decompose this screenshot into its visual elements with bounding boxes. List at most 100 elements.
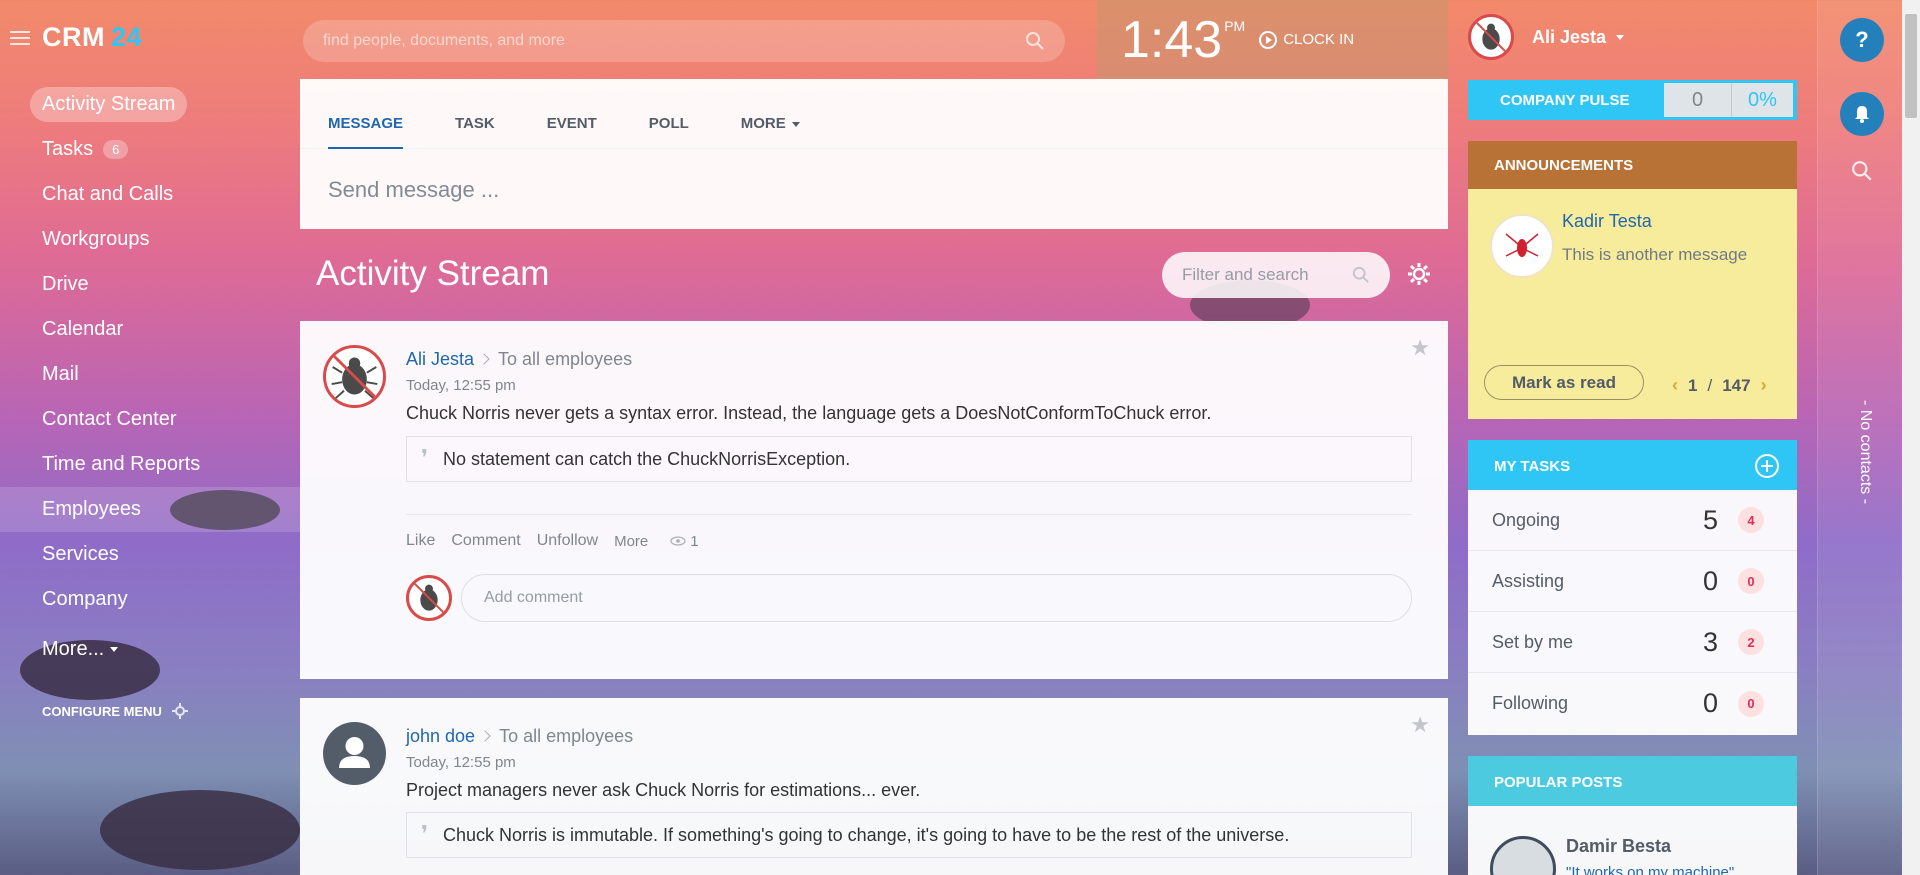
- nav-item-label: Activity Stream: [30, 87, 188, 122]
- page-scrollbar[interactable]: [1902, 0, 1920, 875]
- notifications-bell-icon[interactable]: [1840, 92, 1884, 136]
- post-text: Chuck Norris never gets a syntax error. …: [406, 403, 1212, 423]
- tab-more[interactable]: MORE: [741, 79, 800, 149]
- clock-in-button[interactable]: CLOCK IN: [1259, 30, 1354, 49]
- announcement-pager: ‹ 1 / 147 ›: [1672, 375, 1767, 396]
- left-sidebar: CRM 24 Activity Stream Tasks 6 Chat and Ca…: [0, 0, 300, 875]
- clock-ampm: PM: [1224, 18, 1246, 34]
- nav-item-contact-center[interactable]: Contact Center: [0, 397, 300, 442]
- task-row-ongoing[interactable]: Ongoing 5 4: [1468, 490, 1797, 551]
- company-pulse[interactable]: COMPANY PULSE 0 0%: [1468, 80, 1797, 120]
- announcements-title: ANNOUNCEMENTS: [1468, 141, 1797, 189]
- task-row-set-by-me[interactable]: Set by me 3 2: [1468, 612, 1797, 673]
- global-search-input[interactable]: [323, 32, 923, 50]
- chevron-down-icon: [791, 121, 800, 127]
- nav-item-calendar[interactable]: Calendar: [0, 307, 300, 352]
- more-button[interactable]: More: [614, 533, 648, 550]
- views-counter: 1: [670, 532, 699, 550]
- nav-item-company[interactable]: Company: [0, 577, 300, 622]
- configure-menu-label: CONFIGURE MENU: [42, 703, 162, 719]
- chevron-left-icon[interactable]: ‹: [1672, 375, 1678, 396]
- nav-item-employees[interactable]: Employees: [0, 487, 300, 532]
- post-author-name[interactable]: john doe: [406, 726, 475, 746]
- avatar[interactable]: [323, 722, 386, 785]
- task-row-label: Assisting: [1492, 570, 1565, 591]
- feed-post: Ali Jesta To all employees Today, 12:55 p…: [300, 321, 1448, 679]
- mark-as-read-button[interactable]: Mark as read: [1484, 365, 1644, 400]
- unfollow-button[interactable]: Unfollow: [537, 532, 598, 550]
- task-row-assisting[interactable]: Assisting 0 0: [1468, 551, 1797, 612]
- announcements-widget: ANNOUNCEMENTS Kadir Testa This is anothe…: [1468, 141, 1797, 419]
- tab-message[interactable]: MESSAGE: [328, 79, 404, 149]
- search-icon[interactable]: [1025, 31, 1045, 51]
- nav-item-tasks[interactable]: Tasks 6: [0, 127, 300, 172]
- like-button[interactable]: Like: [406, 532, 435, 550]
- views-count: 1: [690, 532, 699, 550]
- chevron-right-icon[interactable]: ›: [1761, 375, 1767, 396]
- task-row-badge: 0: [1738, 568, 1764, 594]
- task-row-count: 3: [1703, 626, 1719, 657]
- post-author[interactable]: Ali Jesta To all employees: [406, 349, 632, 370]
- my-tasks-title: MY TASKS: [1494, 458, 1571, 475]
- spider-icon: [1505, 233, 1539, 257]
- popular-post-author[interactable]: Damir Besta: [1566, 836, 1671, 857]
- help-button[interactable]: ?: [1840, 18, 1884, 62]
- nav-item-label: More...: [42, 638, 105, 660]
- company-pulse-label: COMPANY PULSE: [1500, 91, 1630, 109]
- menu-burger-icon[interactable]: [10, 30, 30, 45]
- chevron-down-icon: [110, 647, 119, 652]
- nav-item-workgroups[interactable]: Workgroups: [0, 217, 300, 262]
- chevron-down-icon: [1616, 34, 1625, 40]
- nav-item-activity-stream[interactable]: Activity Stream: [0, 82, 300, 127]
- add-comment-input[interactable]: Add comment: [461, 574, 1412, 622]
- nav-item-label: Workgroups: [42, 228, 150, 250]
- pager-total: 147: [1722, 375, 1751, 395]
- announcement-author[interactable]: Kadir Testa: [1562, 211, 1652, 232]
- send-message-input[interactable]: Send message ...: [300, 149, 1448, 203]
- bug-icon: [331, 354, 378, 400]
- nav-item-label: Services: [42, 543, 119, 565]
- task-row-label: Following: [1492, 693, 1569, 713]
- tab-poll[interactable]: POLL: [649, 79, 689, 149]
- filter-search-input[interactable]: Filter and search: [1162, 252, 1390, 298]
- logo-main: CRM: [42, 22, 105, 52]
- nav-item-chat-and-calls[interactable]: Chat and Calls: [0, 172, 300, 217]
- tab-event[interactable]: EVENT: [547, 79, 597, 149]
- nav-item-services[interactable]: Services: [0, 532, 300, 577]
- comment-button[interactable]: Comment: [451, 532, 520, 550]
- post-author[interactable]: john doe To all employees: [406, 726, 633, 747]
- nav-item-label: Employees: [42, 498, 141, 520]
- app-logo[interactable]: CRM 24: [42, 22, 142, 53]
- nav-item-mail[interactable]: Mail: [0, 352, 300, 397]
- search-icon[interactable]: [1851, 160, 1873, 182]
- tab-task[interactable]: TASK: [455, 79, 495, 149]
- configure-menu-button[interactable]: CONFIGURE MENU: [42, 703, 188, 719]
- chevron-right-icon: [479, 730, 491, 742]
- chevron-right-icon: [478, 353, 490, 365]
- global-search[interactable]: [303, 20, 1065, 62]
- stream-settings-gear-icon[interactable]: [1407, 262, 1431, 286]
- task-row-label: Ongoing: [1492, 509, 1561, 530]
- nav-item-drive[interactable]: Drive: [0, 262, 300, 307]
- scrollbar-thumb[interactable]: [1905, 14, 1917, 118]
- post-time: Today, 12:55 pm: [406, 754, 516, 771]
- nav-item-label: Time and Reports: [42, 453, 201, 475]
- star-icon[interactable]: ★: [1410, 712, 1430, 738]
- tab-more-label: MORE: [740, 115, 786, 132]
- avatar[interactable]: [323, 345, 386, 408]
- user-profile-menu[interactable]: Ali Jesta: [1468, 14, 1625, 60]
- post-actions: Like Comment Unfollow More 1: [406, 532, 699, 550]
- nav-item-more[interactable]: More...: [0, 627, 300, 672]
- nav-item-label: Chat and Calls: [42, 183, 174, 205]
- task-row-following[interactable]: Following 0 0: [1468, 673, 1797, 734]
- filter-placeholder: Filter and search: [1182, 265, 1309, 284]
- nav-item-label: Drive: [42, 273, 89, 295]
- post-author-name[interactable]: Ali Jesta: [406, 349, 474, 369]
- avatar: [1490, 836, 1556, 875]
- popular-post-text[interactable]: "It works on my machine": [1566, 864, 1734, 875]
- add-task-icon[interactable]: [1755, 454, 1779, 478]
- star-icon[interactable]: ★: [1410, 335, 1430, 361]
- task-row-count: 0: [1703, 565, 1719, 596]
- nav-item-time-and-reports[interactable]: Time and Reports: [0, 442, 300, 487]
- task-row-badge: 2: [1738, 629, 1764, 655]
